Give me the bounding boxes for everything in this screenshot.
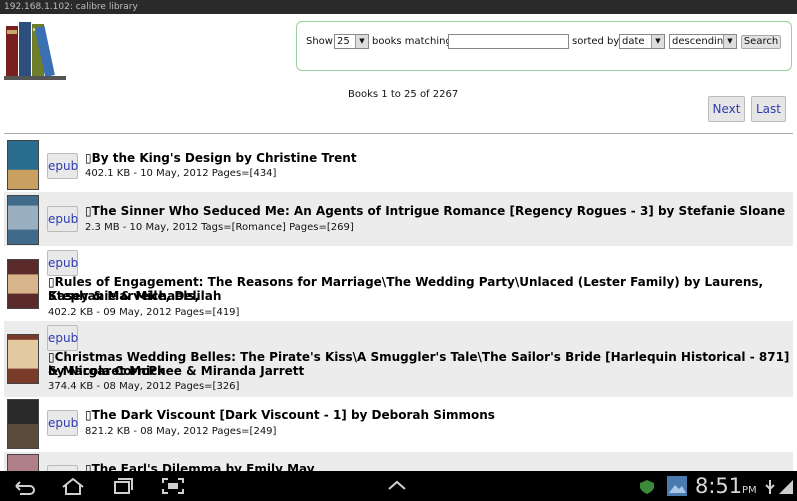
- chevron-up-icon[interactable]: [386, 479, 408, 491]
- home-icon[interactable]: [60, 476, 86, 496]
- book-meta: 2.3 MB - 10 May, 2012 Tags=[Romance] Pag…: [85, 222, 354, 233]
- book-row: epub ▯By the King's Design by Christine …: [4, 137, 793, 192]
- book-cover[interactable]: [7, 195, 39, 245]
- book-meta: 374.4 KB - 08 May, 2012 Pages=[326]: [48, 381, 240, 392]
- book-title-link[interactable]: ▯The Dark Viscount [Dark Viscount - 1] b…: [85, 408, 495, 422]
- signal-icon: [779, 480, 793, 494]
- book-cover[interactable]: [7, 334, 39, 384]
- epub-download-button[interactable]: epub: [47, 325, 78, 351]
- sort-order-value: descending: [672, 36, 730, 47]
- status-url-text: 192.168.1.102: calibre library: [4, 2, 138, 12]
- results-summary: Books 1 to 25 of 2267: [348, 89, 459, 100]
- clock-time: 8:51: [695, 474, 743, 498]
- usb-icon: [765, 480, 775, 494]
- book-cover[interactable]: [7, 399, 39, 449]
- sort-field-value: date: [622, 36, 645, 47]
- book-title-continuation[interactable]: Kasey & Marvelle, Delilah: [48, 289, 221, 303]
- book-title-link[interactable]: ▯The Earl's Dilemma by Emily May: [85, 462, 315, 471]
- chevron-down-icon: ▼: [723, 35, 736, 48]
- show-label: Show: [306, 36, 333, 47]
- clock-ampm: PM: [742, 485, 757, 496]
- android-system-bar: 8:51 PM: [0, 471, 797, 501]
- search-form: Show 25 ▼ books matching sorted by date …: [296, 21, 792, 71]
- chevron-down-icon: ▼: [651, 35, 664, 48]
- sort-order-select[interactable]: descending ▼: [669, 34, 737, 49]
- recent-apps-icon[interactable]: [110, 476, 136, 496]
- sort-field-select[interactable]: date ▼: [619, 34, 665, 49]
- browser-status-bar: 192.168.1.102: calibre library: [0, 0, 797, 14]
- book-row: epub ▯The Dark Viscount [Dark Viscount -…: [4, 397, 793, 452]
- chevron-down-icon: ▼: [355, 35, 368, 48]
- divider: [4, 133, 793, 134]
- book-title-link[interactable]: ▯By the King's Design by Christine Trent: [85, 151, 357, 165]
- book-row: epub ▯The Sinner Who Seduced Me: An Agen…: [4, 192, 793, 246]
- sorted-by-label: sorted by: [572, 36, 620, 47]
- epub-download-button[interactable]: epub: [47, 410, 78, 436]
- book-title-continuation[interactable]: & Margaret McPhee & Miranda Jarrett: [48, 364, 304, 378]
- count-select-value: 25: [337, 36, 350, 47]
- search-button[interactable]: Search: [741, 35, 781, 49]
- screenshot-icon[interactable]: [160, 476, 186, 496]
- next-button[interactable]: Next: [708, 96, 745, 122]
- epub-download-button[interactable]: epub: [47, 153, 78, 179]
- book-cover[interactable]: [7, 454, 39, 471]
- books-matching-label: books matching: [372, 36, 452, 47]
- book-title-link[interactable]: ▯The Sinner Who Seduced Me: An Agents of…: [85, 204, 785, 218]
- book-cover[interactable]: [7, 140, 39, 190]
- book-meta: 402.1 KB - 10 May, 2012 Pages=[434]: [85, 168, 277, 179]
- book-cover[interactable]: [7, 259, 39, 309]
- photo-notification-icon: [667, 476, 687, 496]
- book-row: ▯The Earl's Dilemma by Emily May: [4, 452, 793, 471]
- search-input[interactable]: [448, 34, 569, 49]
- book-row: epub ▯Rules of Engagement: The Reasons f…: [4, 246, 793, 321]
- last-button[interactable]: Last: [751, 96, 786, 122]
- book-meta: 402.2 KB - 09 May, 2012 Pages=[419]: [48, 307, 240, 318]
- book-meta: 821.2 KB - 08 May, 2012 Pages=[249]: [85, 426, 277, 437]
- book-row: epub ▯Christmas Wedding Belles: The Pira…: [4, 321, 793, 397]
- epub-download-button[interactable]: epub: [47, 250, 78, 276]
- epub-download-button[interactable]: epub: [47, 206, 78, 232]
- back-icon[interactable]: [10, 476, 36, 496]
- calibre-logo-icon: [4, 22, 66, 80]
- shield-icon: [640, 480, 654, 494]
- count-select[interactable]: 25 ▼: [334, 34, 369, 49]
